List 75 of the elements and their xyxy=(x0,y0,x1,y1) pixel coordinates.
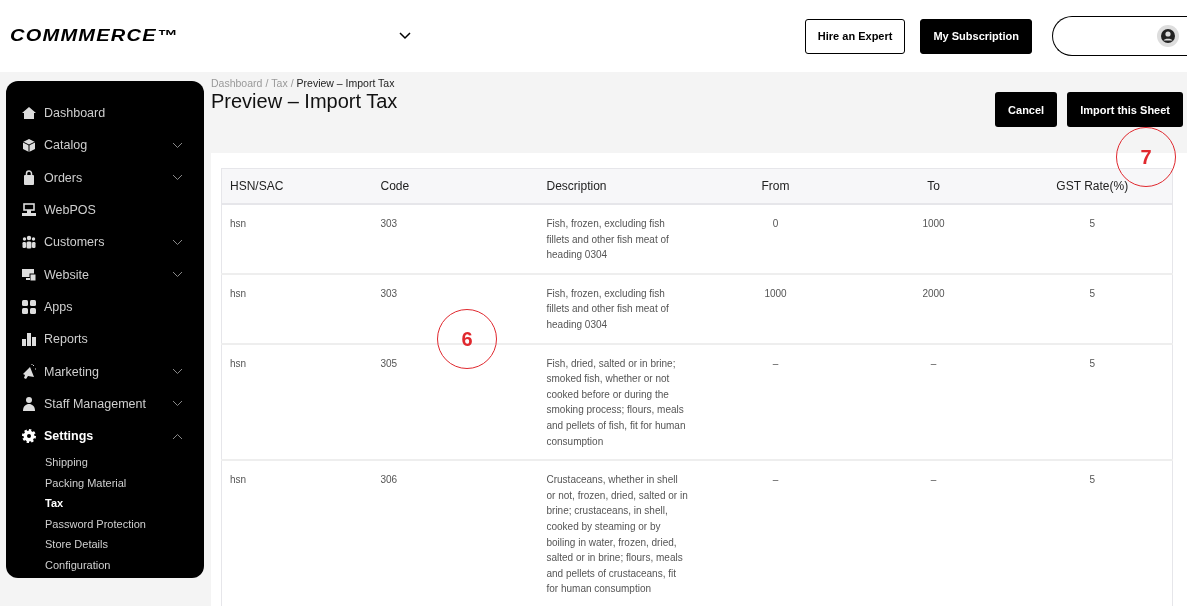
table-cell: – xyxy=(930,357,937,369)
home-icon xyxy=(21,105,37,122)
table-cell: 306 xyxy=(380,474,398,486)
action-button[interactable]: Import this Sheet xyxy=(1067,92,1183,127)
chevron-down-icon xyxy=(172,141,183,149)
table-cell-text: Crustaceans, whether in shell or not, frozen, dried, salted or in brine; crustaceans, in shell, cooked by steaming or by boiling in water, frozen, dried, salted or in brine; flours, meals and pellets of crustaceans, fit for human consumption xyxy=(546,473,689,597)
sidebar-item[interactable]: Marketing xyxy=(21,355,190,388)
header-button[interactable]: Hire an Expert xyxy=(804,18,906,54)
breadcrumb-separator: / xyxy=(290,77,294,89)
sidebar-item[interactable]: Dashboard xyxy=(21,97,190,130)
breadcrumb-separator: / xyxy=(265,77,269,89)
chevron-down-icon xyxy=(172,368,183,375)
table-cell-text: Fish, dried, salted or in brine; smoked fish, whether or not cooked before or during the smoking process; flours, meals and pellets of fish, fit for human consumption xyxy=(546,356,687,449)
column-header: Description xyxy=(538,168,697,204)
table-cell: 5 xyxy=(1089,218,1096,229)
table-cell: hsn xyxy=(230,218,247,229)
submenu-item[interactable]: Password Protection xyxy=(45,513,146,535)
table-cell: hsn xyxy=(230,287,247,299)
avatar-icon xyxy=(1157,25,1179,47)
sidebar-item[interactable]: Customers xyxy=(21,226,190,259)
sidebar-item[interactable]: Apps xyxy=(21,290,190,324)
submenu-item[interactable]: Configuration xyxy=(45,554,111,576)
table-cell: hsn xyxy=(230,357,247,369)
column-header: GST Rate(%) xyxy=(1012,168,1173,204)
chevron-down-icon xyxy=(172,400,183,408)
gear-icon xyxy=(21,428,37,445)
column-header: From xyxy=(696,168,855,204)
column-header: HSN/SAC xyxy=(221,168,373,204)
submenu-item[interactable]: Tax xyxy=(45,493,64,514)
chevron-down-icon xyxy=(399,32,412,40)
person-icon xyxy=(21,395,37,412)
monitor-icon xyxy=(21,266,37,283)
sidebar-item[interactable]: Reports xyxy=(21,323,190,356)
table-cell: 5 xyxy=(1089,357,1096,369)
table-cell: 5 xyxy=(1089,287,1096,299)
sidebar-item[interactable]: Settings xyxy=(21,419,190,453)
submenu-item[interactable]: Store Details xyxy=(45,534,108,555)
table-cell-text: Fish, frozen, excluding fish fillets and other fish meat of heading 0304 xyxy=(546,286,670,332)
action-button[interactable]: Cancel xyxy=(995,92,1058,127)
submenu-item[interactable]: Packing Material xyxy=(45,472,127,494)
chevron-up-icon xyxy=(172,432,183,440)
sidebar-item[interactable]: Catalog xyxy=(21,129,190,162)
table-cell: 1000 xyxy=(922,218,945,229)
page-title: Preview – Import Tax xyxy=(211,90,399,113)
sidebar-item[interactable]: Staff Management xyxy=(21,387,190,420)
column-header: Code xyxy=(372,168,539,204)
grid-icon xyxy=(21,298,37,315)
sidebar-item[interactable]: WebPOS xyxy=(21,193,190,227)
table-cell-text: Fish, frozen, excluding fish fillets and other fish meat of heading 0304 xyxy=(546,217,670,263)
table-cell: 303 xyxy=(380,218,398,229)
column-header: To xyxy=(854,168,1013,204)
chevron-down-icon xyxy=(172,238,183,246)
box-icon xyxy=(21,137,37,154)
people-icon xyxy=(21,234,37,251)
table-cell: 303 xyxy=(380,287,398,299)
table-cell: 305 xyxy=(380,357,398,369)
register-icon xyxy=(21,202,37,219)
table-cell: 1000 xyxy=(764,287,787,299)
table-cell: 0 xyxy=(772,218,779,229)
table-cell: – xyxy=(772,357,779,369)
shopping-bag-icon xyxy=(21,169,37,186)
table-cell: – xyxy=(930,474,937,486)
bar-chart-icon xyxy=(21,331,37,348)
logo[interactable]: COMMMERCE™ xyxy=(10,27,179,45)
chevron-down-icon xyxy=(172,271,183,279)
table-cell: 2000 xyxy=(922,287,945,299)
table-cell: 5 xyxy=(1089,474,1096,486)
sidebar-item[interactable]: Orders xyxy=(21,161,190,194)
megaphone-icon xyxy=(21,363,37,380)
table-cell: hsn xyxy=(230,474,247,486)
table-cell: – xyxy=(772,474,779,486)
header-button[interactable]: My Subscription xyxy=(920,18,1032,54)
sidebar-item[interactable]: Website xyxy=(21,258,190,291)
submenu-item[interactable]: Shipping xyxy=(45,452,88,473)
chevron-down-icon xyxy=(172,174,183,182)
